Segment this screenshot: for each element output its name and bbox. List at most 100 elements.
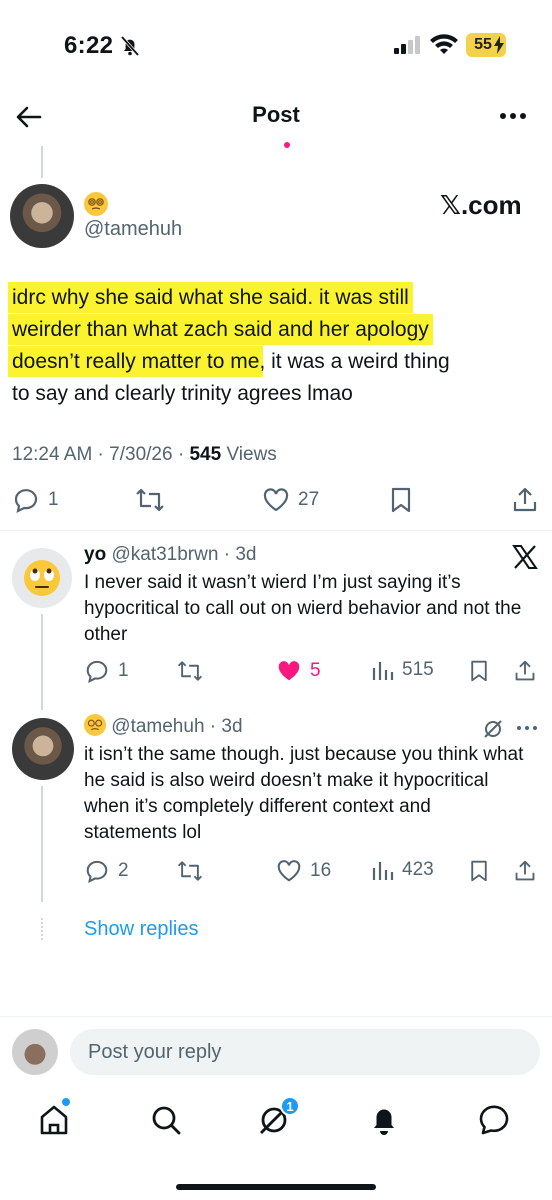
- charging-bolt-icon: [494, 36, 504, 54]
- post-views-label: Views: [226, 444, 277, 465]
- grok-icon[interactable]: [482, 718, 504, 740]
- status-time: 6:22: [64, 32, 114, 59]
- thread-connector-line: [41, 146, 43, 178]
- notifications-bell-icon[interactable]: [366, 1102, 402, 1138]
- display-name-emoji: [84, 714, 106, 736]
- post-meta: 12:24 AM · 7/30/26 · 545 Views: [12, 444, 277, 465]
- home-icon[interactable]: [36, 1102, 72, 1138]
- repost-icon: [136, 488, 164, 512]
- post-date: 7/30/26: [109, 444, 173, 465]
- reply-button[interactable]: 1: [84, 658, 129, 684]
- views-count: 423: [402, 859, 434, 880]
- messages-icon[interactable]: [476, 1102, 512, 1138]
- post-text-highlight-3: doesn’t really matter to me: [12, 350, 260, 373]
- post-text: idrc why she said what she said. it was …: [12, 282, 532, 410]
- bookmark-icon: [391, 487, 411, 513]
- reply-avatar[interactable]: [12, 548, 72, 608]
- dizzy-face-icon: [88, 198, 104, 210]
- reply-header: @tamehuh · 3d: [84, 714, 243, 738]
- page-title: Post: [252, 102, 300, 127]
- battery-indicator: 55: [466, 33, 506, 57]
- more-options-icon[interactable]: [514, 718, 540, 738]
- thread-connector-line: [41, 786, 43, 902]
- show-replies-link[interactable]: Show replies: [84, 918, 199, 941]
- post-text-line-4: to say and clearly trinity agrees lmao: [12, 382, 353, 405]
- share-button[interactable]: [512, 486, 538, 514]
- reply-count: 1: [118, 660, 129, 681]
- reply-text: it isn’t the same though. just because y…: [84, 744, 524, 843]
- reply-age: 3d: [221, 716, 243, 737]
- post-time: 12:24 AM: [12, 444, 93, 465]
- like-button[interactable]: 16: [276, 858, 331, 884]
- x-logo-icon: [512, 545, 538, 569]
- battery-level: 55: [474, 36, 492, 53]
- user-avatar[interactable]: [12, 1029, 58, 1075]
- repost-button[interactable]: [176, 858, 204, 884]
- search-icon[interactable]: [148, 1102, 184, 1138]
- like-button[interactable]: 5: [276, 658, 321, 684]
- reply-text: I never said it wasn’t wierd I’m just sa…: [84, 572, 522, 645]
- reply-handle[interactable]: @kat31brwn: [111, 544, 218, 565]
- previous-post-actions-clipped: [80, 138, 540, 150]
- reply-handle[interactable]: @tamehuh: [111, 716, 204, 737]
- more-options-icon[interactable]: [498, 104, 528, 128]
- bookmark-button[interactable]: [468, 858, 490, 884]
- eye-roll-emoji-icon: [24, 560, 60, 596]
- thread-more-dots: [41, 918, 43, 940]
- heart-filled-icon: [278, 661, 300, 681]
- bookmark-button[interactable]: [388, 486, 414, 514]
- reply-composer: Post your reply: [0, 1016, 552, 1086]
- post-text-highlight-2: weirder than what zach said and her apol…: [12, 318, 429, 341]
- reply-avatar[interactable]: [12, 718, 74, 780]
- analytics-icon: [372, 862, 394, 880]
- dizzy-face-icon: [87, 719, 103, 731]
- reply-header: yo @kat31brwn · 3d: [84, 544, 257, 565]
- share-icon: [515, 660, 535, 681]
- post-text-rest-3: , it was a weird thing: [259, 350, 450, 373]
- divider: [0, 530, 552, 531]
- status-bar: 6:22 55: [0, 0, 552, 90]
- author-handle[interactable]: @tamehuh: [84, 218, 182, 241]
- bookmark-icon: [471, 860, 487, 882]
- bookmark-icon: [471, 660, 487, 682]
- display-name-emoji: [84, 192, 108, 216]
- reply-icon: [86, 860, 108, 884]
- post-actions: 1 27: [0, 482, 552, 522]
- like-count: 5: [310, 660, 321, 681]
- x-com-watermark: 𝕏.com: [440, 190, 522, 220]
- repost-button[interactable]: [176, 658, 204, 684]
- share-icon: [513, 487, 537, 512]
- heart-icon: [277, 860, 301, 882]
- like-button[interactable]: 27: [262, 486, 319, 514]
- repost-icon: [177, 661, 203, 681]
- reply-input[interactable]: Post your reply: [70, 1029, 540, 1075]
- repost-icon: [177, 861, 203, 881]
- repost-button[interactable]: [134, 486, 166, 514]
- cellular-signal-icon: [394, 36, 420, 54]
- reply-count: 1: [48, 489, 59, 510]
- reply-icon: [14, 489, 38, 513]
- share-button[interactable]: [514, 858, 536, 884]
- share-button[interactable]: [514, 658, 536, 684]
- home-indicator-bar: [176, 1184, 376, 1190]
- bookmark-button[interactable]: [468, 658, 490, 684]
- heart-icon: [263, 488, 289, 512]
- views-count: 515: [402, 659, 434, 680]
- share-icon: [515, 860, 535, 881]
- post-views-count: 545: [189, 444, 222, 465]
- views-button[interactable]: 423: [372, 858, 434, 882]
- views-button[interactable]: 515: [372, 658, 434, 682]
- author-avatar[interactable]: [10, 184, 74, 248]
- reply-display-name[interactable]: yo: [84, 544, 106, 565]
- reply-count: 2: [118, 860, 129, 881]
- notification-badge: 1: [280, 1096, 300, 1116]
- analytics-icon: [372, 662, 394, 680]
- reply-button[interactable]: 2: [84, 858, 129, 884]
- bottom-navigation: 1: [0, 1090, 552, 1160]
- reply-icon: [86, 660, 108, 684]
- reply-button[interactable]: 1: [12, 486, 59, 514]
- home-notification-dot: [62, 1098, 70, 1106]
- bell-off-icon: [120, 35, 140, 57]
- wifi-icon: [430, 34, 458, 54]
- post-text-highlight-1: idrc why she said what she said. it was …: [12, 286, 409, 309]
